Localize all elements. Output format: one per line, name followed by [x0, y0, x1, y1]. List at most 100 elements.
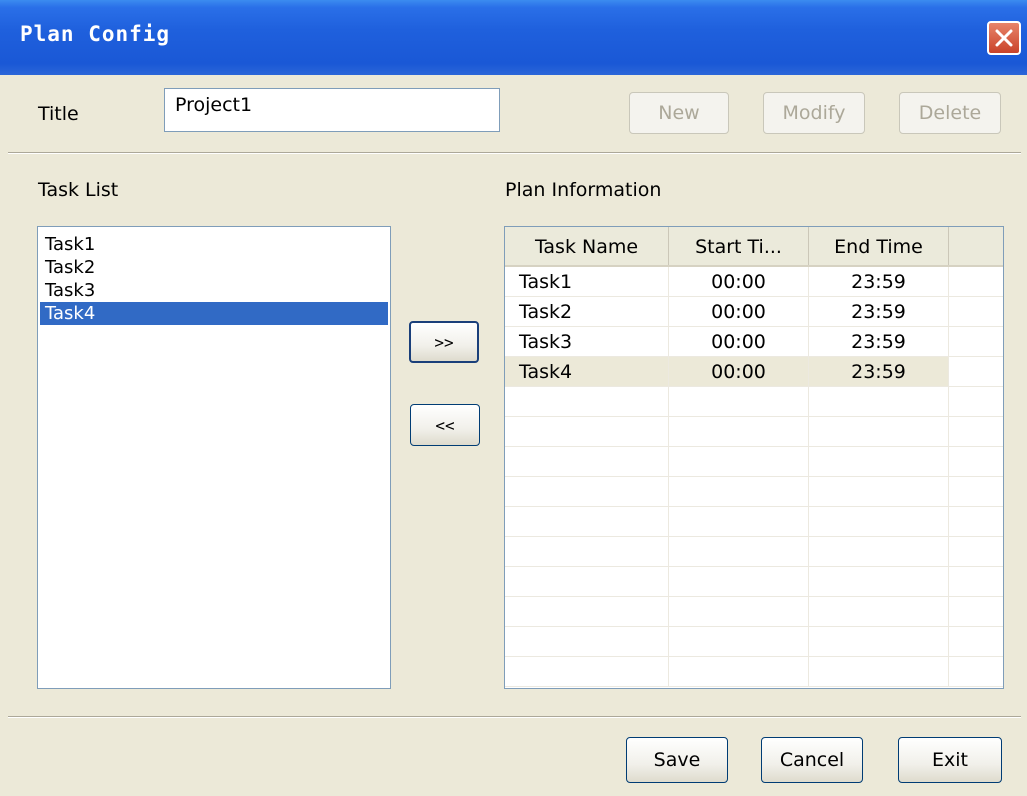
- cell-end-time: [809, 447, 949, 477]
- cell-start-time: [669, 477, 809, 507]
- list-item[interactable]: Task2: [40, 256, 388, 279]
- cell-end-time: [809, 627, 949, 657]
- empty-row: [505, 627, 1003, 657]
- cell-filler: [949, 567, 1003, 597]
- cell-start-time: [669, 507, 809, 537]
- close-icon: [995, 29, 1013, 47]
- cell-end-time: 23:59: [809, 327, 949, 357]
- cell-task-name: [505, 567, 669, 597]
- empty-row: [505, 417, 1003, 447]
- column-header-end-time[interactable]: End Time: [809, 227, 949, 265]
- cell-end-time: [809, 597, 949, 627]
- empty-row: [505, 537, 1003, 567]
- modify-button[interactable]: Modify: [763, 92, 865, 134]
- cell-start-time: 00:00: [669, 297, 809, 327]
- cell-filler: [949, 297, 1003, 327]
- delete-button[interactable]: Delete: [899, 92, 1001, 134]
- exit-button[interactable]: Exit: [898, 737, 1002, 783]
- cell-task-name: Task3: [505, 327, 669, 357]
- cell-start-time: [669, 627, 809, 657]
- cell-filler: [949, 627, 1003, 657]
- table-row[interactable]: Task3 00:00 23:59: [505, 327, 1003, 357]
- remove-from-plan-button[interactable]: <<: [410, 404, 480, 446]
- window-title: Plan Config: [20, 22, 171, 46]
- cell-filler: [949, 477, 1003, 507]
- bottom-separator: [8, 716, 1021, 718]
- title-input[interactable]: Project1: [164, 88, 500, 132]
- cell-task-name: [505, 447, 669, 477]
- table-row[interactable]: Task2 00:00 23:59: [505, 297, 1003, 327]
- cell-filler: [949, 507, 1003, 537]
- cell-filler: [949, 417, 1003, 447]
- list-item[interactable]: Task3: [40, 279, 388, 302]
- table-row[interactable]: Task1 00:00 23:59: [505, 267, 1003, 297]
- cell-end-time: 23:59: [809, 267, 949, 297]
- top-separator: [8, 152, 1021, 154]
- plan-grid[interactable]: Task Name Start Ti... End Time Task1 00:0…: [504, 226, 1004, 689]
- empty-row: [505, 657, 1003, 687]
- cell-task-name: [505, 657, 669, 687]
- dialog-body: Title Project1 New Modify Delete Task Li…: [8, 75, 1021, 796]
- cell-task-name: Task2: [505, 297, 669, 327]
- cell-filler: [949, 357, 1003, 387]
- cell-task-name: [505, 387, 669, 417]
- column-header-start-time[interactable]: Start Ti...: [669, 227, 809, 265]
- title-label: Title: [38, 103, 79, 125]
- cell-end-time: [809, 567, 949, 597]
- cell-end-time: [809, 477, 949, 507]
- cancel-button[interactable]: Cancel: [761, 737, 863, 783]
- cell-start-time: [669, 657, 809, 687]
- close-button[interactable]: [987, 21, 1021, 55]
- new-button[interactable]: New: [629, 92, 729, 134]
- cell-task-name: [505, 537, 669, 567]
- cell-start-time: [669, 567, 809, 597]
- cell-start-time: [669, 417, 809, 447]
- grid-header: Task Name Start Ti... End Time: [505, 227, 1003, 267]
- cell-filler: [949, 267, 1003, 297]
- cell-start-time: [669, 387, 809, 417]
- cell-task-name: Task4: [505, 357, 669, 387]
- add-to-plan-button[interactable]: >>: [409, 321, 479, 363]
- column-header-task-name[interactable]: Task Name: [505, 227, 669, 265]
- cell-end-time: [809, 537, 949, 567]
- empty-row: [505, 447, 1003, 477]
- task-list-label: Task List: [38, 179, 119, 201]
- cell-task-name: [505, 477, 669, 507]
- cell-start-time: 00:00: [669, 357, 809, 387]
- cell-task-name: [505, 627, 669, 657]
- task-listbox[interactable]: Task1 Task2 Task3 Task4: [37, 226, 391, 689]
- empty-row: [505, 477, 1003, 507]
- cell-end-time: [809, 387, 949, 417]
- column-header-filler: [949, 227, 1003, 265]
- cell-task-name: [505, 597, 669, 627]
- cell-filler: [949, 327, 1003, 357]
- empty-row: [505, 507, 1003, 537]
- cell-filler: [949, 387, 1003, 417]
- save-button[interactable]: Save: [626, 737, 728, 783]
- cell-end-time: [809, 657, 949, 687]
- cell-task-name: Task1: [505, 267, 669, 297]
- cell-task-name: [505, 417, 669, 447]
- cell-end-time: 23:59: [809, 297, 949, 327]
- list-item[interactable]: Task1: [40, 233, 388, 256]
- table-row[interactable]: Task4 00:00 23:59: [505, 357, 1003, 387]
- plan-info-label: Plan Information: [505, 179, 662, 201]
- cell-start-time: [669, 597, 809, 627]
- list-item[interactable]: Task4: [40, 302, 388, 325]
- cell-filler: [949, 447, 1003, 477]
- cell-start-time: 00:00: [669, 327, 809, 357]
- cell-end-time: [809, 417, 949, 447]
- title-bar[interactable]: Plan Config: [0, 0, 1027, 75]
- empty-row: [505, 597, 1003, 627]
- cell-filler: [949, 597, 1003, 627]
- cell-filler: [949, 657, 1003, 687]
- cell-end-time: 23:59: [809, 357, 949, 387]
- cell-filler: [949, 537, 1003, 567]
- cell-start-time: 00:00: [669, 267, 809, 297]
- cell-start-time: [669, 537, 809, 567]
- cell-start-time: [669, 447, 809, 477]
- cell-task-name: [505, 507, 669, 537]
- empty-row: [505, 387, 1003, 417]
- cell-end-time: [809, 507, 949, 537]
- plan-config-window: Plan Config Title Project1 New Modify De…: [0, 0, 1027, 796]
